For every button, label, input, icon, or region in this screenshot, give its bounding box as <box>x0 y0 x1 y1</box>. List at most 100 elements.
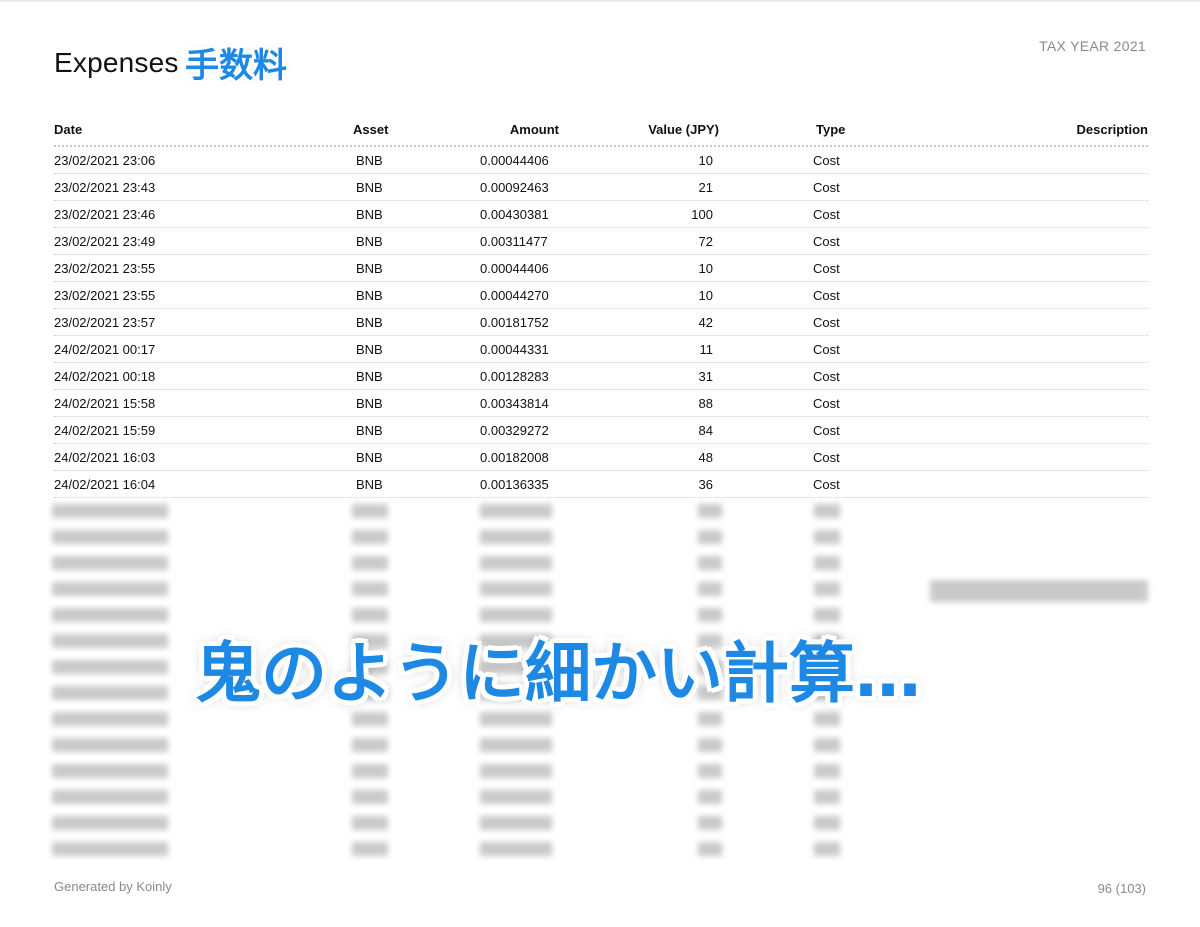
blurred-cell <box>698 816 722 830</box>
cell-amount: 0.00311477 <box>480 234 548 249</box>
cell-date: 24/02/2021 00:18 <box>54 369 156 384</box>
cell-amount: 0.00092463 <box>480 180 549 195</box>
blurred-cell <box>352 556 388 570</box>
blurred-cell <box>52 686 168 700</box>
cell-value: 31 <box>698 369 713 384</box>
cell-type: Cost <box>813 261 840 276</box>
cell-asset: BNB <box>356 477 383 492</box>
table-row: 23/02/2021 23:43 BNB 0.00092463 21 Cost <box>54 174 1148 201</box>
cell-asset: BNB <box>356 180 383 195</box>
cell-date: 23/02/2021 23:55 <box>54 261 156 276</box>
blurred-cell <box>814 764 840 778</box>
cell-value: 10 <box>698 153 713 168</box>
cell-amount: 0.00182008 <box>480 450 549 465</box>
blurred-cell <box>52 790 168 804</box>
blurred-cell <box>698 504 722 518</box>
blurred-cell <box>814 530 840 544</box>
blurred-cell <box>814 556 840 570</box>
cell-date: 24/02/2021 16:03 <box>54 450 156 465</box>
cell-asset: BNB <box>356 288 383 303</box>
cell-amount: 0.00044406 <box>480 153 549 168</box>
cell-type: Cost <box>813 369 840 384</box>
blurred-cell <box>698 556 722 570</box>
column-header-description: Description <box>1076 122 1148 137</box>
table-row: 23/02/2021 23:46 BNB 0.00430381 100 Cost <box>54 201 1148 228</box>
blurred-cell <box>52 634 168 648</box>
cell-value: 21 <box>698 180 713 195</box>
cell-date: 23/02/2021 23:55 <box>54 288 156 303</box>
blurred-cell <box>480 790 552 804</box>
blurred-cell <box>352 504 388 518</box>
cell-type: Cost <box>813 315 840 330</box>
overlay-caption: 鬼のように細かい計算… <box>195 635 921 712</box>
cell-date: 23/02/2021 23:57 <box>54 315 156 330</box>
table-row: 23/02/2021 23:49 BNB 0.00311477 72 Cost <box>54 228 1148 255</box>
cell-amount: 0.00128283 <box>480 369 549 384</box>
cell-value: 100 <box>691 207 713 222</box>
blurred-cell <box>480 504 552 518</box>
blurred-cell <box>480 842 552 856</box>
page-title: Expenses <box>54 47 179 78</box>
cell-type: Cost <box>813 180 840 195</box>
cell-amount: 0.00329272 <box>480 423 549 438</box>
cell-amount: 0.00044270 <box>480 288 549 303</box>
cell-value: 10 <box>698 288 713 303</box>
cell-type: Cost <box>813 207 840 222</box>
cell-asset: BNB <box>356 153 383 168</box>
blurred-cell <box>352 530 388 544</box>
blurred-cell <box>352 764 388 778</box>
blurred-cell <box>814 582 840 596</box>
cell-amount: 0.00181752 <box>480 315 549 330</box>
table-row: 23/02/2021 23:06 BNB 0.00044406 10 Cost <box>54 147 1148 174</box>
cell-type: Cost <box>813 153 840 168</box>
column-header-amount: Amount <box>509 122 559 137</box>
table-row: 24/02/2021 15:58 BNB 0.00343814 88 Cost <box>54 390 1148 417</box>
cell-date: 23/02/2021 23:49 <box>54 234 156 249</box>
cell-type: Cost <box>813 342 840 357</box>
cell-value: 88 <box>698 396 713 411</box>
blurred-cell <box>480 556 552 570</box>
blurred-cell <box>52 556 168 570</box>
table-row: 23/02/2021 23:55 BNB 0.00044406 10 Cost <box>54 255 1148 282</box>
blurred-cell <box>352 790 388 804</box>
cell-date: 23/02/2021 23:43 <box>54 180 156 195</box>
cell-type: Cost <box>813 450 840 465</box>
footer-generated-by: Generated by Koinly <box>54 879 172 894</box>
blurred-cell <box>52 842 168 856</box>
cell-asset: BNB <box>356 234 383 249</box>
cell-type: Cost <box>813 396 840 411</box>
blurred-cell <box>480 738 552 752</box>
cell-date: 24/02/2021 16:04 <box>54 477 156 492</box>
cell-value: 10 <box>698 261 713 276</box>
blurred-cell <box>52 660 168 674</box>
blurred-cell <box>52 582 168 596</box>
cell-amount: 0.00136335 <box>480 477 549 492</box>
blurred-cell <box>352 582 388 596</box>
blurred-cell <box>480 530 552 544</box>
cell-value: 48 <box>698 450 713 465</box>
blurred-cell <box>480 764 552 778</box>
blurred-cell <box>352 738 388 752</box>
blurred-cell <box>698 790 722 804</box>
blurred-cell <box>52 530 168 544</box>
cell-date: 23/02/2021 23:06 <box>54 153 156 168</box>
cell-asset: BNB <box>356 261 383 276</box>
blurred-cell <box>480 816 552 830</box>
blurred-cell <box>52 504 168 518</box>
table-row: 23/02/2021 23:57 BNB 0.00181752 42 Cost <box>54 309 1148 336</box>
table-row: 24/02/2021 15:59 BNB 0.00329272 84 Cost <box>54 417 1148 444</box>
cell-date: 23/02/2021 23:46 <box>54 207 156 222</box>
table-row: 24/02/2021 00:18 BNB 0.00128283 31 Cost <box>54 363 1148 390</box>
blurred-cell <box>698 764 722 778</box>
cell-type: Cost <box>813 423 840 438</box>
cell-value: 36 <box>698 477 713 492</box>
cell-asset: BNB <box>356 342 383 357</box>
blurred-cell <box>698 738 722 752</box>
blurred-cell <box>352 842 388 856</box>
blurred-cell <box>52 712 168 726</box>
cell-asset: BNB <box>356 396 383 411</box>
blurred-cell <box>52 738 168 752</box>
blurred-cell <box>52 816 168 830</box>
blurred-cell <box>352 816 388 830</box>
blurred-description <box>930 580 1148 602</box>
